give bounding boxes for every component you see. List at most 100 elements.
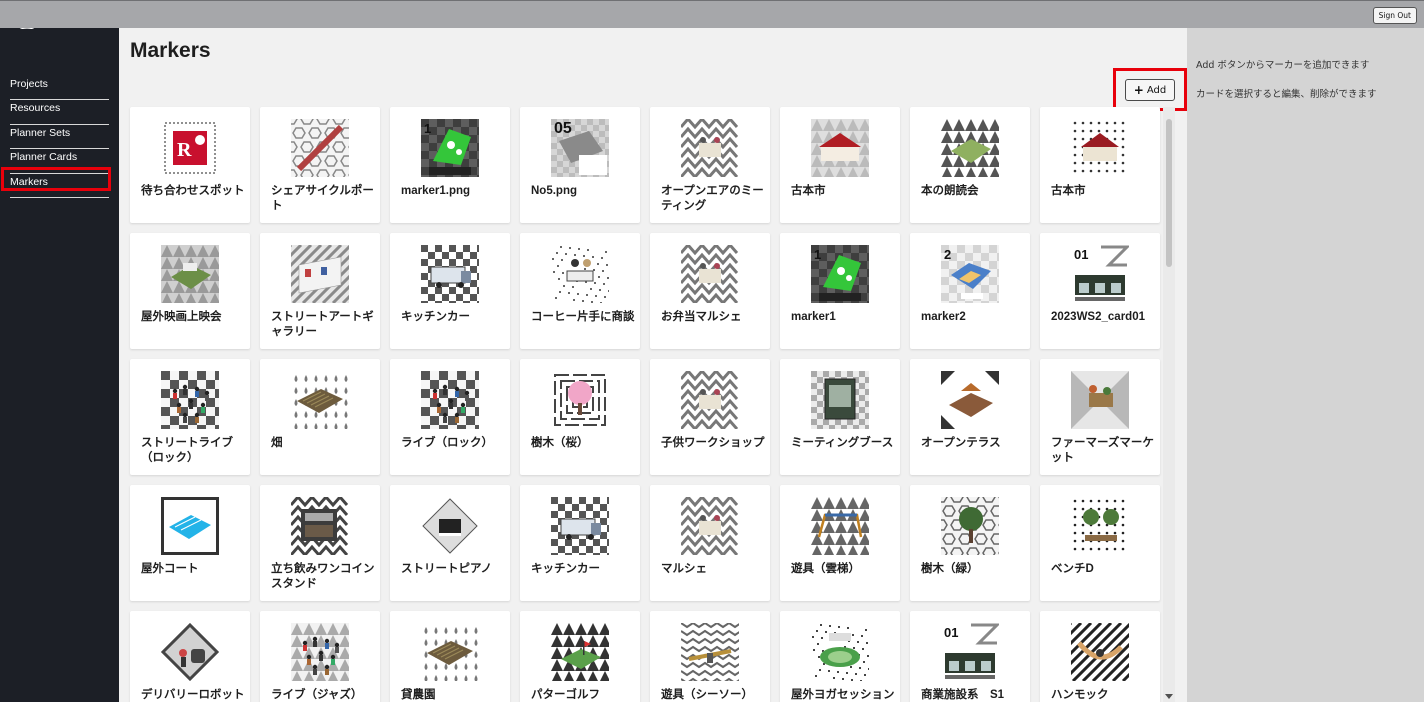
sign-out-button[interactable]: Sign Out: [1372, 7, 1417, 24]
marker-thumbnail: [811, 371, 869, 429]
marker-card[interactable]: キッチンカー: [520, 485, 640, 601]
marker-card-label: 屋外ヨガセッション: [791, 689, 895, 701]
marker-card[interactable]: 古本市: [1040, 107, 1160, 223]
scrollbar-thumb[interactable]: [1166, 119, 1172, 267]
marker-image-icon: [941, 497, 999, 555]
marker-card[interactable]: コーヒー片手に商談: [520, 233, 640, 349]
marker-card-label: 樹木（桜）: [531, 437, 589, 449]
marker-grid: R 待ち合わせスポット シェアサイクルポート 1 marker1.png 05 No5.pn…: [130, 107, 1162, 702]
marker-thumbnail: 05: [551, 119, 609, 177]
marker-card[interactable]: マルシェ: [650, 485, 770, 601]
marker-image-icon: [161, 497, 219, 555]
marker-card-label: 古本市: [791, 185, 826, 197]
marker-image-icon: [811, 371, 869, 429]
marker-card[interactable]: ベンチD: [1040, 485, 1160, 601]
marker-thumbnail: [291, 497, 349, 555]
marker-thumbnail: [161, 371, 219, 429]
marker-card[interactable]: 屋外ヨガセッション: [780, 611, 900, 702]
marker-thumbnail: [1071, 623, 1129, 681]
marker-thumbnail: [681, 623, 739, 681]
marker-card[interactable]: 貸農園: [390, 611, 510, 702]
marker-card[interactable]: 古本市: [780, 107, 900, 223]
marker-card[interactable]: ハンモック: [1040, 611, 1160, 702]
marker-card-label: キッチンカー: [531, 563, 600, 575]
marker-image-icon: [421, 497, 479, 555]
marker-image-icon: [421, 623, 479, 681]
marker-card[interactable]: ライブ（ロック）: [390, 359, 510, 475]
marker-image-icon: [1071, 623, 1129, 681]
marker-card[interactable]: ライブ（ジャズ）: [260, 611, 380, 702]
marker-card[interactable]: パターゴルフ: [520, 611, 640, 702]
marker-image-icon: [941, 119, 999, 177]
sidebar-item-resources[interactable]: Resources: [10, 100, 109, 125]
marker-image-icon: 2: [941, 245, 999, 303]
add-button[interactable]: + Add: [1125, 79, 1175, 101]
add-button-highlight: + Add: [1113, 68, 1187, 111]
marker-card-label: 遊具（シーソー）: [661, 689, 753, 701]
sidebar-item-planner-cards[interactable]: Planner Cards: [10, 149, 109, 174]
marker-card[interactable]: 屋外コート: [130, 485, 250, 601]
marker-thumbnail: [421, 371, 479, 429]
marker-image-icon: [161, 371, 219, 429]
help-panel: Add ボタンからマーカーを追加できます カードを選択すると編集、削除ができます: [1196, 59, 1416, 117]
marker-card[interactable]: 2 marker2: [910, 233, 1030, 349]
marker-image-icon: [681, 119, 739, 177]
marker-thumbnail: [291, 623, 349, 681]
page-title: Markers: [130, 39, 211, 62]
marker-image-icon: 1: [811, 245, 869, 303]
marker-card-label: No5.png: [531, 185, 577, 197]
scrollbar[interactable]: [1163, 107, 1175, 702]
marker-card[interactable]: ストリートピアノ: [390, 485, 510, 601]
marker-card[interactable]: 01 2023WS2_card01: [1040, 233, 1160, 349]
marker-card[interactable]: 遊具（雲梯）: [780, 485, 900, 601]
marker-card-label: ライブ（ロック）: [401, 437, 493, 449]
marker-card[interactable]: お弁当マルシェ: [650, 233, 770, 349]
marker-card[interactable]: 樹木（桜）: [520, 359, 640, 475]
marker-card[interactable]: ストリートライブ（ロック）: [130, 359, 250, 475]
marker-card[interactable]: シェアサイクルポート: [260, 107, 380, 223]
marker-card[interactable]: オープンエアのミーティング: [650, 107, 770, 223]
marker-image-icon: [161, 245, 219, 303]
marker-card[interactable]: R 待ち合わせスポット: [130, 107, 250, 223]
marker-card-label: マルシェ: [661, 563, 707, 575]
marker-image-icon: [811, 623, 869, 681]
help-text-select: カードを選択すると編集、削除ができます: [1196, 89, 1377, 100]
marker-thumbnail: 01: [1071, 245, 1129, 303]
marker-card[interactable]: 屋外映画上映会: [130, 233, 250, 349]
sidebar-item-planner-sets[interactable]: Planner Sets: [10, 125, 109, 150]
marker-image-icon: [291, 119, 349, 177]
marker-card[interactable]: 樹木（緑）: [910, 485, 1030, 601]
sidebar-item-markers[interactable]: Markers: [1, 166, 111, 198]
marker-card-label: 畑: [271, 437, 283, 449]
marker-card[interactable]: 本の朗読会: [910, 107, 1030, 223]
marker-image-icon: [1071, 371, 1129, 429]
marker-image-icon: [811, 119, 869, 177]
marker-thumbnail: [681, 119, 739, 177]
marker-card[interactable]: 1 marker1: [780, 233, 900, 349]
marker-card[interactable]: デリバリーロボット: [130, 611, 250, 702]
sidebar-item-projects[interactable]: Projects: [10, 76, 109, 101]
marker-card[interactable]: オープンテラス: [910, 359, 1030, 475]
marker-card-label: お弁当マルシェ: [661, 311, 742, 323]
marker-card[interactable]: ストリートアートギャラリー: [260, 233, 380, 349]
scroll-down-arrow-icon[interactable]: [1165, 694, 1173, 699]
marker-card[interactable]: ミーティングブース: [780, 359, 900, 475]
marker-card[interactable]: 畑: [260, 359, 380, 475]
marker-card[interactable]: 01 商業施設系 S1: [910, 611, 1030, 702]
marker-card-label: 屋外映画上映会: [141, 311, 222, 323]
marker-image-icon: 05: [551, 119, 609, 177]
marker-thumbnail: [811, 497, 869, 555]
marker-card[interactable]: 05 No5.png: [520, 107, 640, 223]
marker-card[interactable]: 子供ワークショップ: [650, 359, 770, 475]
marker-card[interactable]: 1 marker1.png: [390, 107, 510, 223]
marker-card[interactable]: 遊具（シーソー）: [650, 611, 770, 702]
marker-card[interactable]: 立ち飲みワンコインスタンド: [260, 485, 380, 601]
marker-thumbnail: [1071, 371, 1129, 429]
marker-card-label: デリバリーロボット: [141, 689, 245, 701]
marker-card-label: ベンチD: [1051, 563, 1094, 575]
marker-thumbnail: [551, 623, 609, 681]
marker-number-label: 05: [554, 120, 572, 137]
marker-card[interactable]: ファーマーズマーケット: [1040, 359, 1160, 475]
marker-card[interactable]: キッチンカー: [390, 233, 510, 349]
marker-image-icon: [161, 623, 219, 681]
